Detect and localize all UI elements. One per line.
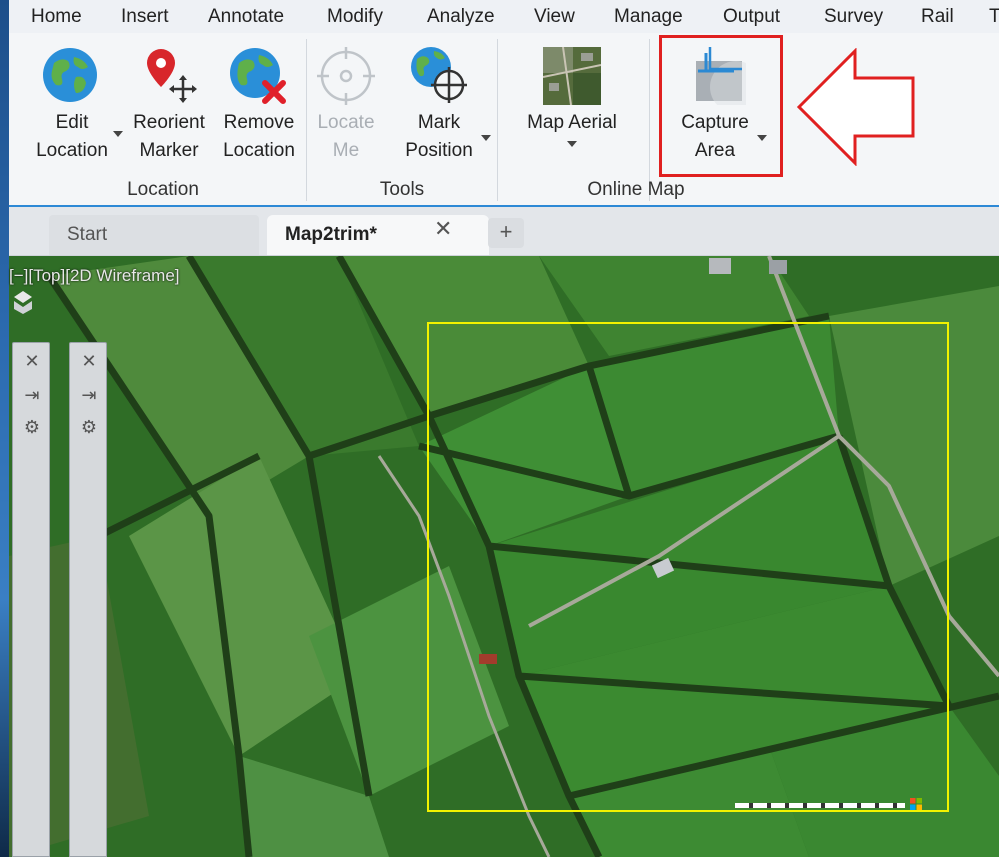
locate-me-button[interactable]: Locate Me	[307, 109, 385, 165]
capture-area-highlight	[659, 35, 783, 177]
tab-home[interactable]: Home	[31, 6, 82, 28]
close-icon[interactable]: ✕	[13, 351, 51, 372]
tool-palette-1[interactable]: ✕ ⇥ ⚙	[12, 342, 50, 857]
tab-view[interactable]: View	[534, 6, 575, 28]
tool-palette-2[interactable]: ✕ ⇥ ⚙	[69, 342, 107, 857]
close-icon[interactable]: ✕	[70, 351, 108, 372]
edit-location-label: Edit Location	[36, 112, 108, 161]
capture-area-frame[interactable]	[427, 322, 949, 812]
plus-icon: +	[499, 219, 513, 244]
mark-position-button[interactable]: Mark Position	[393, 109, 485, 165]
view-cube-icon[interactable]	[12, 289, 34, 315]
ribbon-tab-bar: Home Insert Annotate Modify Analyze View…	[9, 0, 999, 34]
tab-start-label: Start	[67, 224, 108, 245]
left-arrow-annotation	[797, 48, 915, 166]
tab-truncated[interactable]: Tr	[989, 6, 999, 28]
tab-map2trim-label: Map2trim*	[285, 224, 377, 245]
scale-bar	[735, 803, 905, 808]
tab-map2trim[interactable]: Map2trim*	[267, 215, 489, 255]
pin-move-icon	[147, 49, 197, 103]
autohide-icon[interactable]: ⇥	[70, 385, 108, 406]
gear-icon[interactable]: ⚙	[13, 417, 51, 438]
reorient-marker-button[interactable]: Reorient Marker	[125, 109, 213, 165]
location-group-label: Location	[127, 179, 199, 200]
reorient-marker-label: Reorient Marker	[133, 112, 205, 161]
tab-output[interactable]: Output	[723, 6, 780, 28]
mark-position-label: Mark Position	[405, 112, 473, 161]
new-tab-button[interactable]: +	[488, 218, 524, 248]
tab-analyze[interactable]: Analyze	[427, 6, 495, 28]
aerial-thumbnail-icon	[543, 47, 601, 105]
autohide-icon[interactable]: ⇥	[13, 385, 51, 406]
globe-crosshair-icon	[411, 47, 467, 103]
edit-location-button[interactable]: Edit Location	[23, 109, 121, 165]
tab-modify[interactable]: Modify	[327, 6, 383, 28]
tools-group-label: Tools	[379, 179, 425, 200]
tab-manage[interactable]: Manage	[614, 6, 683, 28]
edit-location-dropdown-icon[interactable]	[113, 131, 123, 137]
globe-remove-icon	[230, 48, 286, 104]
tab-insert[interactable]: Insert	[121, 6, 169, 28]
tab-rail[interactable]: Rail	[921, 6, 954, 28]
tab-annotate[interactable]: Annotate	[208, 6, 284, 28]
group-separator	[649, 39, 650, 201]
map-aerial-label: Map Aerial	[527, 112, 617, 133]
crosshair-icon	[317, 47, 375, 105]
locate-me-label: Locate Me	[317, 112, 375, 161]
close-tab-icon[interactable]: ✕	[434, 216, 452, 242]
tab-start[interactable]: Start	[49, 215, 259, 255]
remove-location-label: Remove Location	[223, 112, 295, 161]
remove-location-button[interactable]: Remove Location	[213, 109, 305, 165]
gear-icon[interactable]: ⚙	[70, 417, 108, 438]
online-map-group-label: Online Map	[587, 179, 685, 200]
microsoft-logo-icon	[910, 798, 922, 810]
mark-position-dropdown-icon[interactable]	[481, 135, 491, 141]
globe-icon	[43, 48, 97, 102]
desktop-edge	[0, 0, 9, 857]
map-aerial-button[interactable]: Map Aerial	[513, 109, 631, 137]
group-separator	[497, 39, 498, 201]
tab-survey[interactable]: Survey	[824, 6, 883, 28]
viewport-controls-label[interactable]: [−][Top][2D Wireframe]	[9, 266, 180, 286]
map-aerial-dropdown-icon[interactable]	[567, 141, 577, 147]
